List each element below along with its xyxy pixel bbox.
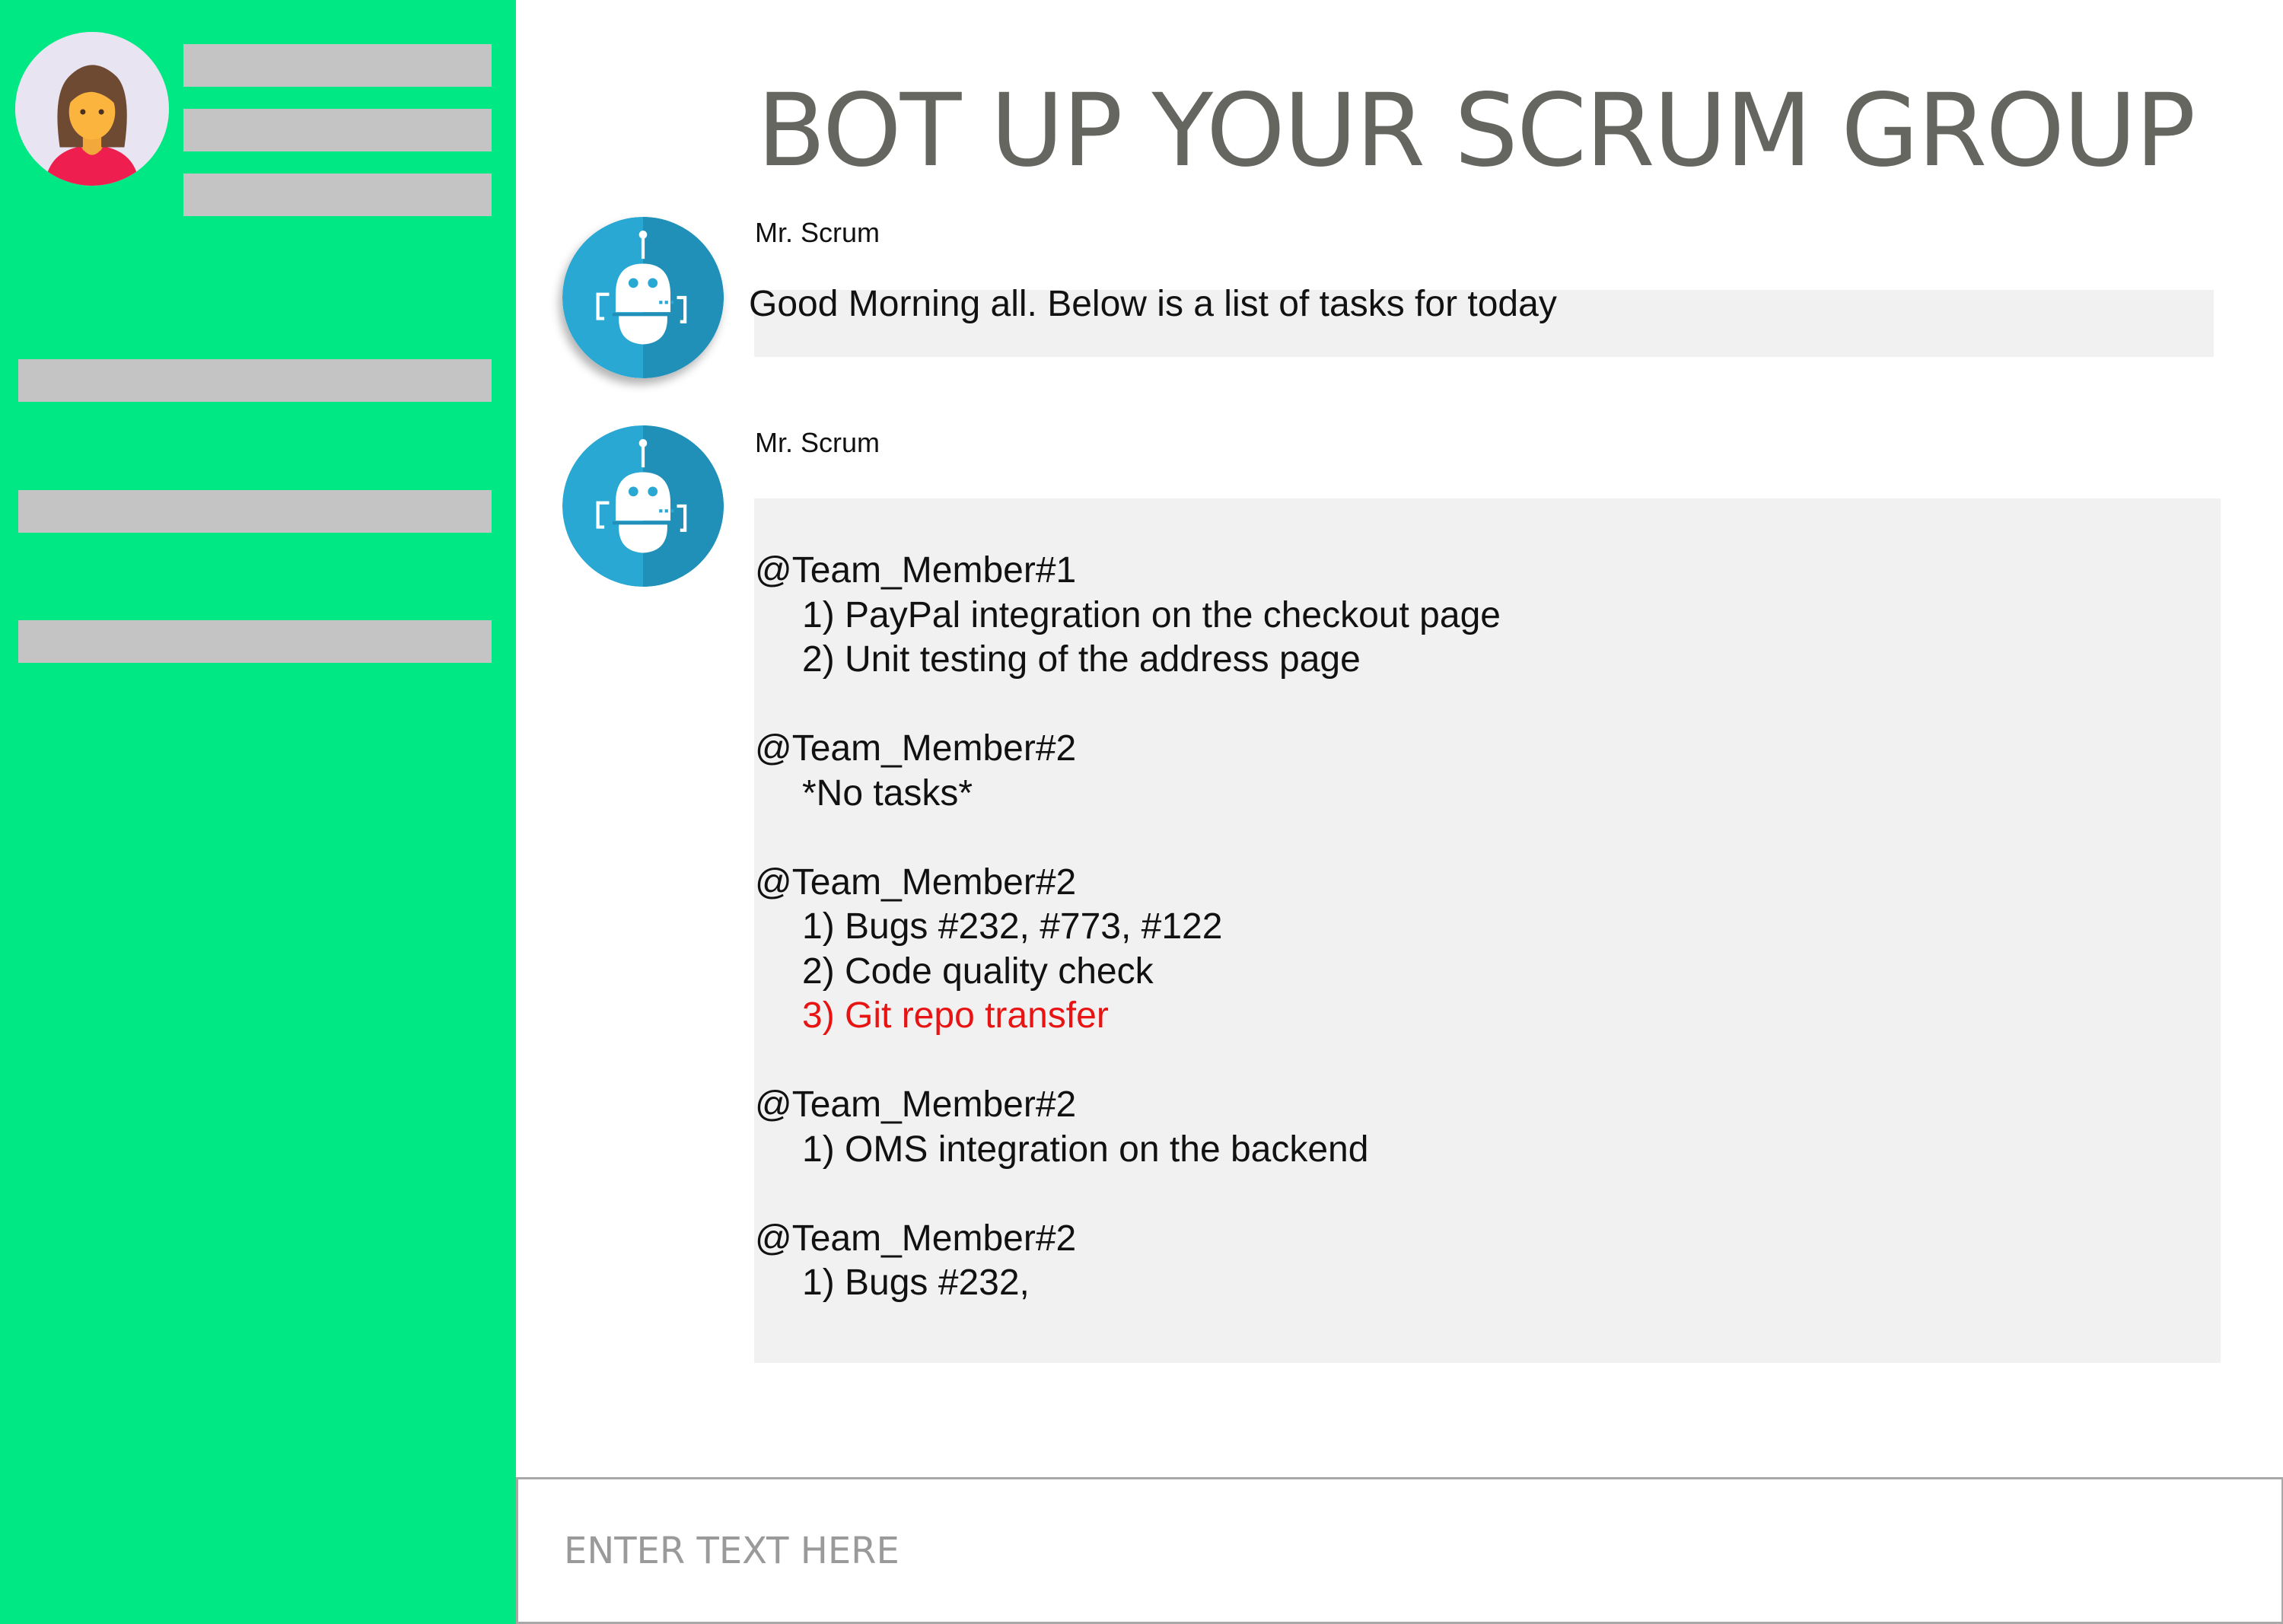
task-item: 1) PayPal integration on the checkout pa…: [802, 594, 1501, 635]
member-mention[interactable]: @Team_Member#1: [755, 549, 1501, 594]
member-mention[interactable]: @Team_Member#2: [755, 861, 1501, 906]
profile-line-1: [183, 44, 492, 87]
robot-icon[interactable]: [562, 217, 724, 378]
task-item: *No tasks*: [802, 772, 973, 814]
message-text: Good Morning all. Below is a list of tas…: [749, 284, 1557, 324]
sidebar-item-1[interactable]: [18, 359, 492, 402]
task-item: 1) Bugs #232,: [802, 1263, 1030, 1303]
chat-main: BOT UP YOUR SCRUM GROUP Mr. Scrum Good M…: [516, 0, 2283, 1624]
task-item: 1) Bugs #232, #773, #122: [802, 906, 1223, 947]
robot-icon[interactable]: [562, 425, 724, 587]
task-item: 2) Code quality check: [802, 951, 1154, 992]
profile-line-3: [183, 174, 492, 216]
message-input[interactable]: [518, 1479, 2281, 1622]
member-mention[interactable]: @Team_Member#2: [755, 1083, 1501, 1128]
task-group: @Team_Member#2 1) OMS integration on the…: [755, 1083, 1501, 1172]
member-mention[interactable]: @Team_Member#2: [755, 727, 1501, 772]
task-item: 1) OMS integration on the backend: [802, 1129, 1369, 1170]
task-group: @Team_Member#1 1) PayPal integration on …: [755, 549, 1501, 683]
task-group: @Team_Member#2 1) Bugs #232,: [755, 1217, 1501, 1306]
task-group: @Team_Member#2 1) Bugs #232, #773, #122 …: [755, 861, 1501, 1039]
app-window: BOT UP YOUR SCRUM GROUP Mr. Scrum Good M…: [0, 0, 2283, 1624]
message-input-bar: [516, 1477, 2283, 1624]
task-list: @Team_Member#1 1) PayPal integration on …: [755, 549, 1501, 1350]
sender-name: Mr. Scrum: [755, 427, 880, 458]
sidebar-item-2[interactable]: [18, 490, 492, 533]
user-avatar-icon[interactable]: [15, 32, 169, 186]
task-item-highlighted: 3) Git repo transfer: [802, 995, 1109, 1036]
task-list-bubble: @Team_Member#1 1) PayPal integration on …: [754, 498, 2221, 1363]
sender-name: Mr. Scrum: [755, 217, 880, 248]
sidebar-item-3[interactable]: [18, 620, 492, 663]
member-mention[interactable]: @Team_Member#2: [755, 1217, 1501, 1262]
sidebar: [0, 0, 516, 1624]
task-group: @Team_Member#2 *No tasks*: [755, 727, 1501, 816]
profile-line-2: [183, 109, 492, 151]
page-title: BOT UP YOUR SCRUM GROUP: [756, 72, 2196, 189]
task-item: 2) Unit testing of the address page: [802, 639, 1361, 680]
